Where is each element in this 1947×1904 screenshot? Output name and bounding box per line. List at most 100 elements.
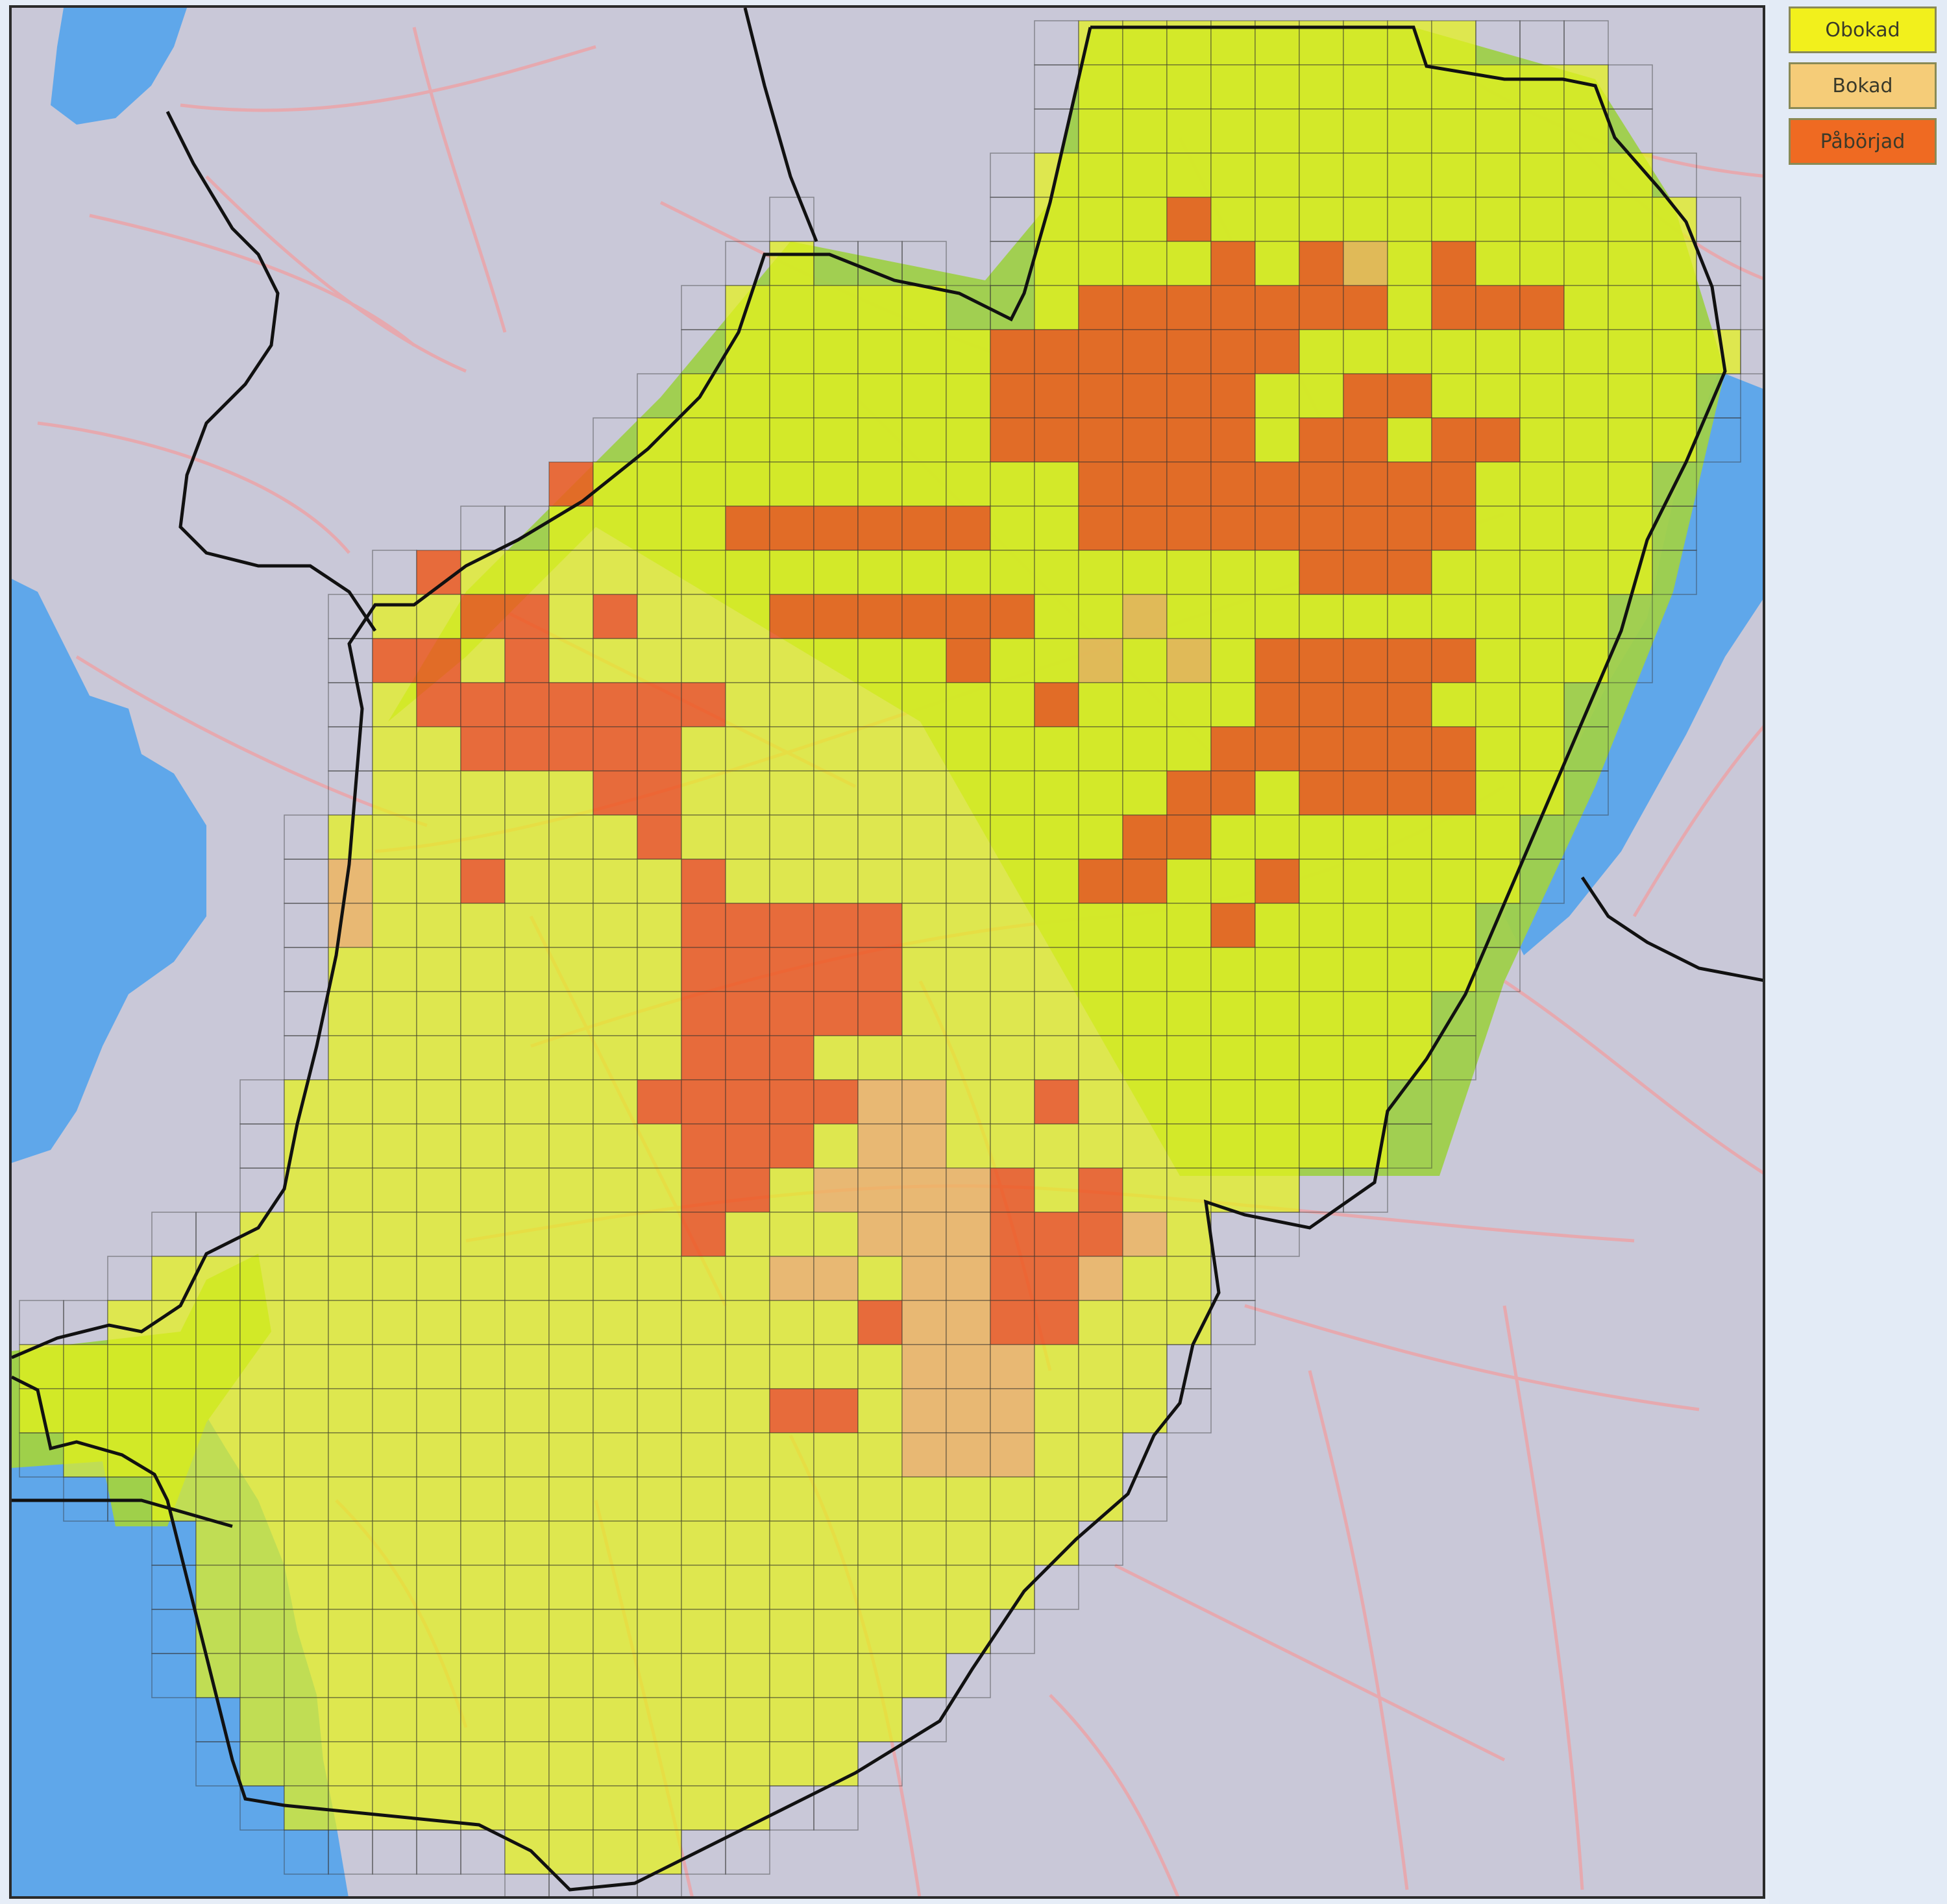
grid-square[interactable] [725, 550, 770, 595]
grid-square[interactable] [328, 1212, 373, 1257]
grid-square[interactable] [1255, 64, 1300, 110]
grid-square[interactable] [637, 1741, 682, 1787]
grid-square[interactable] [1563, 108, 1609, 154]
grid-square[interactable] [328, 1520, 373, 1566]
grid-square[interactable] [416, 991, 461, 1036]
grid-square[interactable] [328, 1344, 373, 1389]
grid-square[interactable] [1387, 903, 1432, 948]
grid-square[interactable] [372, 1653, 417, 1698]
grid-square[interactable] [372, 991, 417, 1036]
grid-square[interactable] [1166, 285, 1212, 330]
grid-square[interactable] [681, 1256, 726, 1301]
grid-square[interactable] [548, 903, 594, 948]
grid-square[interactable] [1608, 461, 1653, 507]
grid-square[interactable] [1343, 461, 1388, 507]
grid-square[interactable] [593, 1344, 638, 1389]
grid-square[interactable] [1475, 726, 1521, 772]
grid-square[interactable] [239, 1300, 285, 1345]
grid-square[interactable] [769, 594, 814, 639]
grid-square[interactable] [239, 1741, 285, 1787]
grid-square[interactable] [901, 726, 947, 772]
grid-square[interactable] [769, 1300, 814, 1345]
grid-square[interactable] [1210, 285, 1256, 330]
grid-square[interactable] [593, 1476, 638, 1522]
grid-square[interactable] [328, 1741, 373, 1787]
grid-square[interactable] [857, 550, 903, 595]
grid-square[interactable] [284, 1167, 329, 1213]
grid-square[interactable] [769, 770, 814, 816]
grid-square[interactable] [637, 1388, 682, 1434]
grid-square[interactable] [813, 594, 859, 639]
grid-square[interactable] [637, 947, 682, 992]
grid-square[interactable] [725, 1212, 770, 1257]
grid-square[interactable] [769, 550, 814, 595]
grid-square[interactable] [328, 1256, 373, 1301]
grid-square[interactable] [1034, 1388, 1079, 1434]
grid-square[interactable] [548, 1388, 594, 1434]
grid-square[interactable] [637, 814, 682, 860]
grid-square[interactable] [1166, 461, 1212, 507]
grid-square[interactable] [1255, 726, 1300, 772]
grid-square[interactable] [328, 1565, 373, 1610]
grid-square[interactable] [548, 1829, 594, 1875]
grid-square[interactable] [1034, 947, 1079, 992]
grid-square[interactable] [1034, 638, 1079, 683]
grid-square[interactable] [1166, 329, 1212, 374]
grid-square[interactable] [769, 329, 814, 374]
grid-square[interactable] [1475, 682, 1521, 727]
grid-square[interactable] [372, 1300, 417, 1345]
grid-square[interactable] [901, 638, 947, 683]
grid-square[interactable] [1078, 814, 1123, 860]
grid-square[interactable] [284, 1212, 329, 1257]
grid-square[interactable] [1034, 726, 1079, 772]
grid-square[interactable] [1034, 506, 1079, 551]
grid-square[interactable] [1078, 153, 1123, 198]
grid-square[interactable] [813, 1432, 859, 1478]
grid-square[interactable] [813, 947, 859, 992]
grid-square[interactable] [593, 1741, 638, 1787]
grid-square[interactable] [328, 1300, 373, 1345]
grid-square[interactable] [1299, 903, 1344, 948]
grid-square[interactable] [813, 1256, 859, 1301]
grid-square[interactable] [769, 726, 814, 772]
grid-square[interactable] [1078, 417, 1123, 463]
grid-square[interactable] [416, 1565, 461, 1610]
grid-square[interactable] [593, 1388, 638, 1434]
grid-square[interactable] [328, 1388, 373, 1434]
grid-square[interactable] [460, 814, 506, 860]
grid-square[interactable] [1122, 329, 1168, 374]
grid-square[interactable] [857, 1344, 903, 1389]
grid-square[interactable] [725, 947, 770, 992]
grid-square[interactable] [1122, 241, 1168, 286]
grid-square[interactable] [1166, 1256, 1212, 1301]
grid-square[interactable] [990, 1167, 1035, 1213]
grid-square[interactable] [857, 1388, 903, 1434]
grid-square[interactable] [1122, 153, 1168, 198]
grid-square[interactable] [857, 417, 903, 463]
grid-square[interactable] [990, 373, 1035, 419]
grid-square[interactable] [901, 550, 947, 595]
grid-square[interactable] [239, 1388, 285, 1434]
grid-square[interactable] [1519, 64, 1565, 110]
grid-square[interactable] [1343, 329, 1388, 374]
grid-square[interactable] [725, 991, 770, 1036]
grid-square[interactable] [946, 1123, 991, 1169]
grid-square[interactable] [813, 1697, 859, 1742]
grid-square[interactable] [1210, 417, 1256, 463]
grid-square[interactable] [1034, 1476, 1079, 1522]
grid-square[interactable] [769, 1256, 814, 1301]
grid-square[interactable] [460, 1432, 506, 1478]
grid-square[interactable] [1299, 461, 1344, 507]
grid-square[interactable] [1166, 726, 1212, 772]
grid-square[interactable] [239, 1609, 285, 1654]
grid-square[interactable] [372, 770, 417, 816]
grid-square[interactable] [328, 1476, 373, 1522]
grid-square[interactable] [548, 1344, 594, 1389]
grid-square[interactable] [990, 1388, 1035, 1434]
grid-square[interactable] [548, 638, 594, 683]
grid-square[interactable] [548, 682, 594, 727]
grid-square[interactable] [901, 1344, 947, 1389]
grid-square[interactable] [1210, 770, 1256, 816]
grid-square[interactable] [416, 770, 461, 816]
grid-square[interactable] [1519, 638, 1565, 683]
